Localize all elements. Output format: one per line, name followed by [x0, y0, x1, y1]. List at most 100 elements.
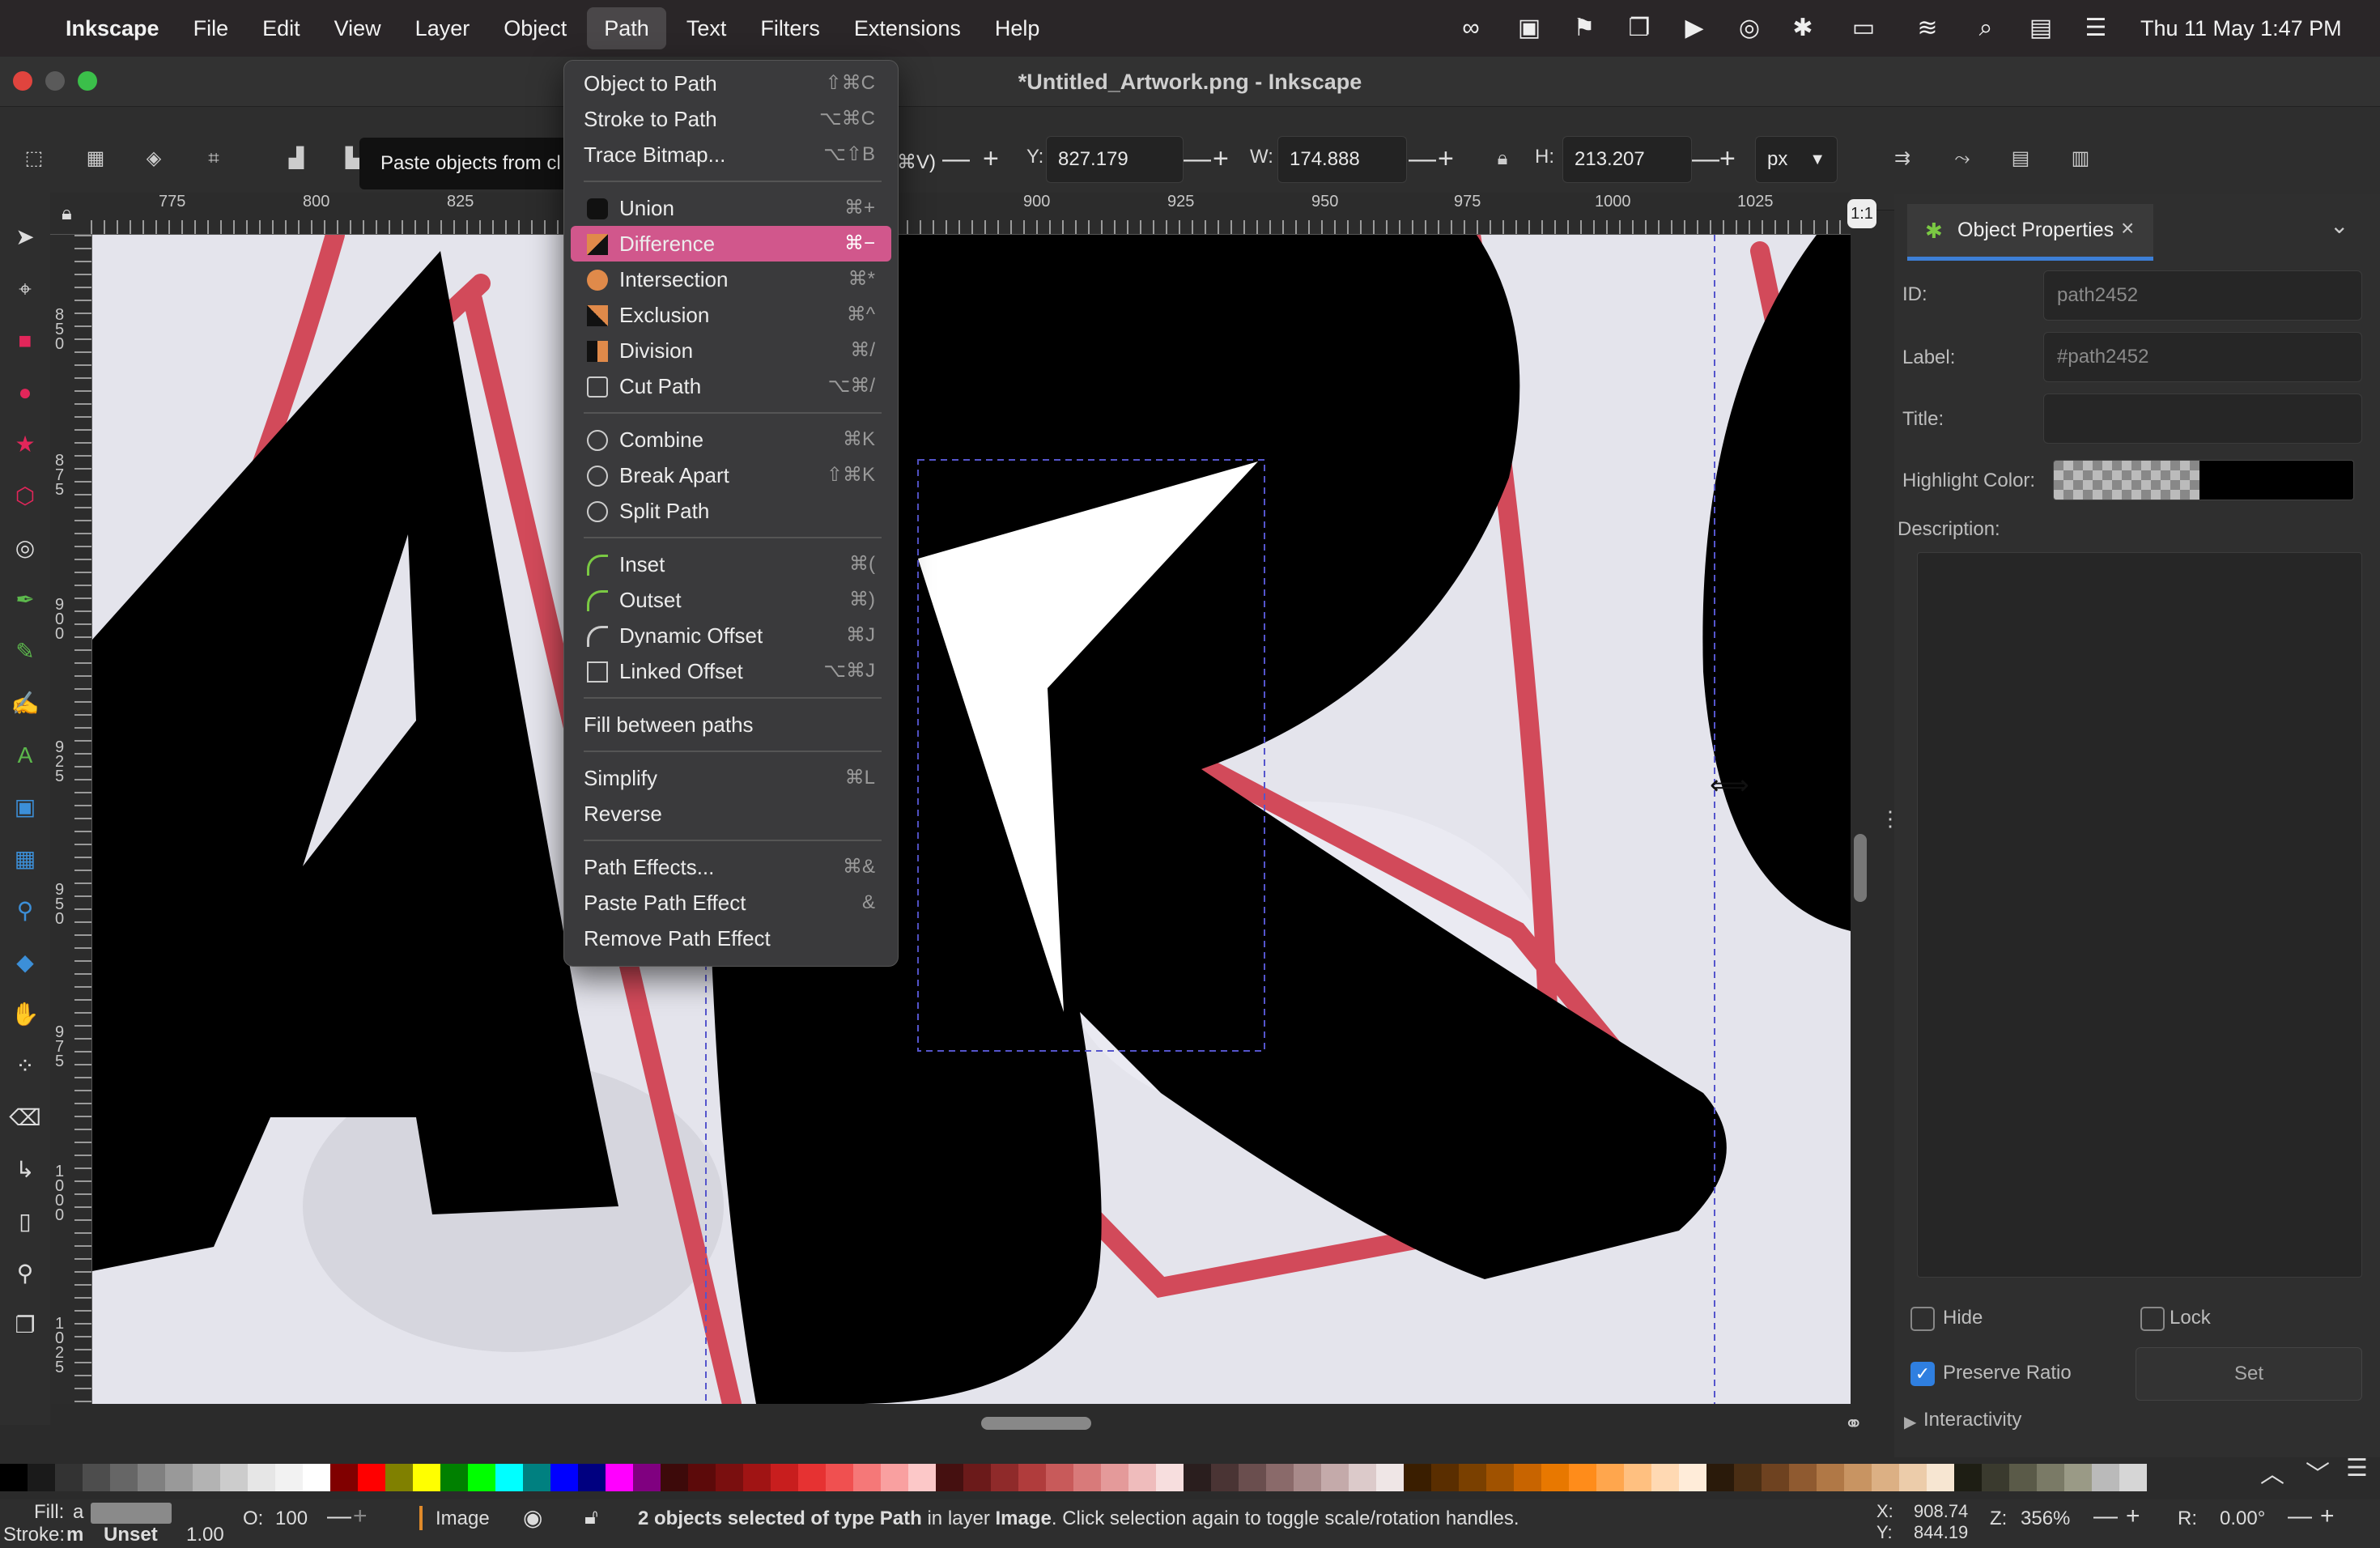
menu-item-union[interactable]: Union ⌘+ [571, 190, 891, 226]
color-swatch[interactable] [1982, 1464, 2009, 1491]
color-swatch[interactable] [1927, 1464, 1954, 1491]
color-swatch[interactable] [1486, 1464, 1514, 1491]
menu-item-split-path[interactable]: Split Path [571, 493, 891, 529]
opacity-increment-button[interactable]: + [353, 1503, 368, 1530]
menu-item-linked-offset[interactable]: Linked Offset ⌥⌘J [571, 653, 891, 689]
menu-item-cut-path[interactable]: Cut Path ⌥⌘/ [571, 368, 891, 404]
color-swatch[interactable] [1321, 1464, 1349, 1491]
3d-box-tool-icon[interactable]: ⬡ [6, 478, 44, 515]
color-swatch[interactable] [138, 1464, 165, 1491]
menu-help[interactable]: Help [978, 0, 1057, 57]
fill-swatch[interactable] [91, 1503, 172, 1524]
menu-item-paste-path-effect[interactable]: Paste Path Effect & [571, 885, 891, 921]
airdrop-icon[interactable]: ◎ [1736, 15, 1763, 42]
select-all-icon[interactable]: ⬚ [16, 141, 52, 176]
palette-up-icon[interactable]: ︿ [2260, 1454, 2284, 1490]
tweak-tool-icon[interactable]: ✋ [6, 996, 44, 1033]
color-swatch[interactable] [550, 1464, 578, 1491]
color-swatch[interactable] [83, 1464, 110, 1491]
eraser-tool-icon[interactable]: ⌫ [6, 1099, 44, 1137]
menu-text[interactable]: Text [669, 0, 744, 57]
color-swatch[interactable] [0, 1464, 28, 1491]
color-swatch[interactable] [1239, 1464, 1266, 1491]
color-swatch[interactable] [1431, 1464, 1459, 1491]
color-swatch[interactable] [1156, 1464, 1184, 1491]
battery-icon[interactable]: ▭ [1844, 15, 1883, 42]
color-swatch[interactable] [1046, 1464, 1073, 1491]
w-increment-button[interactable]: + [1438, 142, 1454, 175]
unit-select[interactable]: px ▼ [1755, 136, 1838, 183]
color-swatch[interactable] [1679, 1464, 1706, 1491]
measure-tool-icon[interactable]: ❐ [6, 1307, 44, 1344]
text-tool-icon[interactable]: A [6, 737, 44, 774]
menu-item-path-effects[interactable]: Path Effects... ⌘& [571, 849, 891, 885]
wifi-icon[interactable]: ≋ [1914, 15, 1941, 42]
menu-item-exclusion[interactable]: Exclusion ⌘^ [571, 297, 891, 333]
menu-file[interactable]: File [176, 0, 246, 57]
color-swatch[interactable] [1789, 1464, 1817, 1491]
preserve-ratio-checkbox[interactable]: ✓ [1910, 1362, 1935, 1386]
connector-tool-icon[interactable]: ↳ [6, 1151, 44, 1189]
color-swatch[interactable] [1101, 1464, 1128, 1491]
color-swatch[interactable] [688, 1464, 716, 1491]
color-swatch[interactable] [1294, 1464, 1321, 1491]
palette-down-icon[interactable]: ﹀ [2306, 1454, 2330, 1490]
menu-item-remove-path-effect[interactable]: Remove Path Effect [571, 921, 891, 956]
color-swatch[interactable] [1844, 1464, 1872, 1491]
close-tab-icon[interactable]: × [2121, 215, 2134, 241]
color-swatch[interactable] [1404, 1464, 1431, 1491]
status-icon[interactable]: ⚑ [1570, 15, 1598, 42]
color-swatch[interactable] [1872, 1464, 1899, 1491]
color-swatch[interactable] [330, 1464, 358, 1491]
color-swatch[interactable] [1817, 1464, 1844, 1491]
color-swatch[interactable] [385, 1464, 413, 1491]
color-swatch[interactable] [55, 1464, 83, 1491]
color-swatch[interactable] [1596, 1464, 1624, 1491]
control-center-icon[interactable]: ☰ [2082, 15, 2110, 42]
calligraphy-tool-icon[interactable]: ✍ [6, 685, 44, 722]
search-icon[interactable]: ⌕ [1972, 15, 2000, 42]
color-swatch[interactable] [1762, 1464, 1789, 1491]
rect-tool-icon[interactable]: ■ [6, 322, 44, 359]
color-swatch[interactable] [1018, 1464, 1046, 1491]
menu-filters[interactable]: Filters [743, 0, 837, 57]
menu-item-inset[interactable]: Inset ⌘( [571, 546, 891, 582]
horizontal-scrollbar[interactable] [981, 1417, 1091, 1430]
menu-item-division[interactable]: Division ⌘/ [571, 333, 891, 368]
color-swatch[interactable] [1073, 1464, 1101, 1491]
color-swatch[interactable] [936, 1464, 963, 1491]
color-swatch[interactable] [578, 1464, 606, 1491]
color-swatch[interactable] [771, 1464, 798, 1491]
color-swatch[interactable] [523, 1464, 550, 1491]
label-field[interactable]: #path2452 [2043, 332, 2362, 382]
extension-icon[interactable]: ▣ [1515, 15, 1543, 42]
color-swatch[interactable] [1349, 1464, 1376, 1491]
transform-gradients-icon[interactable]: ▤ [2003, 141, 2038, 176]
menu-view[interactable]: View [317, 0, 398, 57]
color-swatch[interactable] [633, 1464, 661, 1491]
color-swatch[interactable] [495, 1464, 523, 1491]
pencil-tool-icon[interactable]: ✎ [6, 633, 44, 670]
color-swatch[interactable] [743, 1464, 771, 1491]
title-field[interactable] [2043, 393, 2362, 444]
lock-guides-icon[interactable]: 🔒︎ [62, 202, 72, 225]
zoom-field[interactable]: 356% [2021, 1508, 2070, 1530]
rotation-decrement-button[interactable]: — [2288, 1503, 2312, 1530]
interactivity-label[interactable]: Interactivity [1923, 1409, 2021, 1431]
paint-bucket-tool-icon[interactable]: ◆ [6, 944, 44, 981]
star-tool-icon[interactable]: ★ [6, 426, 44, 463]
layer-name[interactable]: Image [436, 1508, 490, 1530]
color-swatch[interactable] [2064, 1464, 2092, 1491]
vertical-scrollbar[interactable] [1854, 834, 1867, 902]
color-swatch[interactable] [440, 1464, 468, 1491]
menu-object[interactable]: Object [487, 0, 584, 57]
color-swatch[interactable] [1184, 1464, 1211, 1491]
raise-icon[interactable]: ▟ [278, 141, 314, 176]
x-increment-button[interactable]: + [983, 142, 999, 175]
mesh-tool-icon[interactable]: ▦ [6, 840, 44, 878]
transform-patterns-icon[interactable]: ▥ [2063, 141, 2098, 176]
h-field[interactable]: 213.207 [1562, 136, 1692, 183]
menu-path[interactable]: Path [587, 7, 666, 49]
color-managed-icon[interactable]: ⚭ [1844, 1410, 1863, 1437]
panel-menu-chevron-icon[interactable]: ⌄ [2330, 212, 2348, 239]
